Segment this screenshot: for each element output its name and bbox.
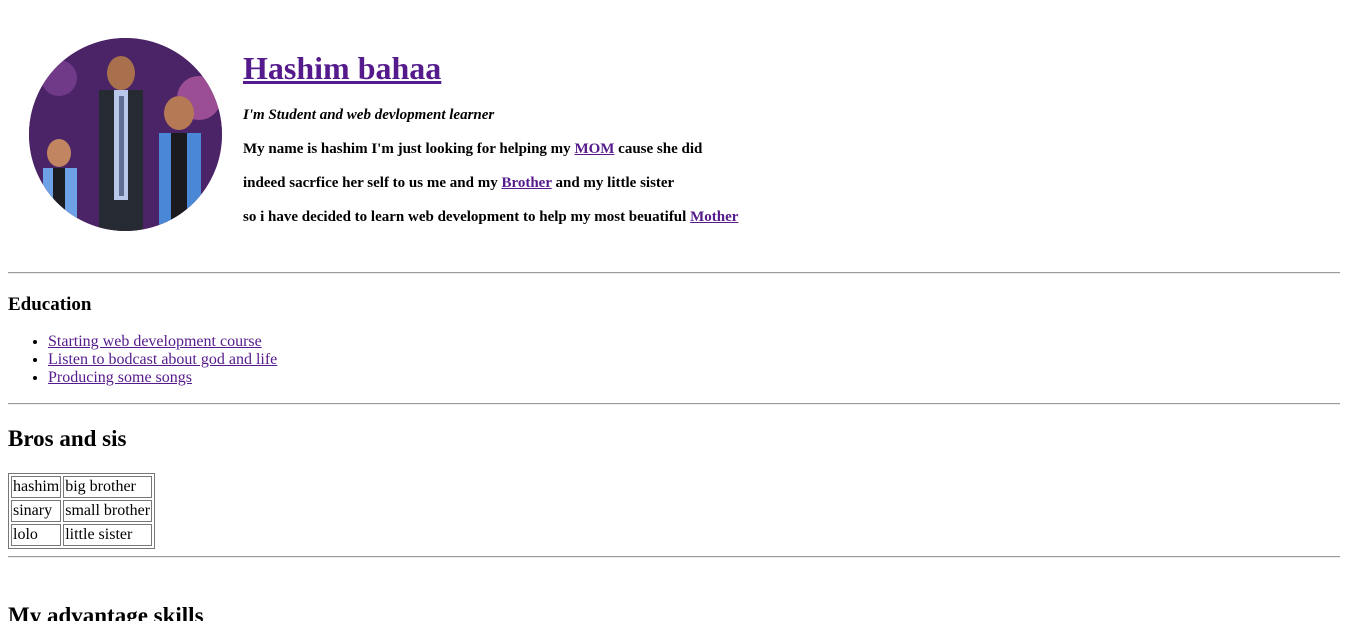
- tagline: I'm Student and web devlopment learner: [243, 107, 495, 123]
- family-table: hashim big brother sinary small brother …: [8, 473, 156, 549]
- table-cell: big brother: [63, 476, 153, 498]
- bio-line-2-text-end: and my little sister: [551, 175, 675, 191]
- table-row: hashim big brother: [11, 476, 153, 498]
- page-title: Hashim bahaa: [243, 46, 441, 90]
- table-row: sinary small brother: [11, 500, 153, 522]
- table-cell: hashim: [11, 476, 62, 498]
- profile-photo-image: [29, 38, 222, 231]
- bio-line-2-text-start: indeed sacrfice her self to us me and my: [243, 175, 502, 191]
- divider: [8, 556, 1340, 558]
- bio-line-1-text-end: cause she did: [614, 141, 703, 157]
- page: Hashim bahaa I'm Student and web devlopm…: [0, 0, 1350, 621]
- mother-link[interactable]: Mother: [690, 209, 738, 225]
- education-item: Listen to bodcast about god and life: [48, 351, 277, 369]
- skills-heading: My advantage skills: [8, 603, 204, 621]
- education-link-podcast[interactable]: Listen to bodcast about god and life: [48, 351, 277, 368]
- mom-link[interactable]: MOM: [574, 141, 614, 157]
- table-cell: sinary: [11, 500, 62, 522]
- divider: [8, 272, 1340, 274]
- intro-section: Hashim bahaa I'm Student and web devlopm…: [243, 46, 738, 225]
- education-heading: Education: [8, 294, 92, 315]
- education-item: Producing some songs: [48, 369, 277, 387]
- family-heading: Bros and sis: [8, 426, 127, 451]
- table-row: lolo little sister: [11, 524, 153, 546]
- education-link-web-course[interactable]: Starting web development course: [48, 333, 262, 350]
- divider: [8, 403, 1340, 405]
- profile-photo: [29, 38, 222, 231]
- bio-line-2: indeed sacrfice her self to us me and my…: [243, 175, 674, 192]
- bio-line-3-text-start: so i have decided to learn web developme…: [243, 209, 691, 225]
- table-cell: lolo: [11, 524, 62, 546]
- name-link[interactable]: Hashim bahaa: [243, 50, 441, 86]
- education-link-songs[interactable]: Producing some songs: [48, 369, 192, 386]
- bio-line-1-text-start: My name is hashim I'm just looking for h…: [243, 141, 575, 157]
- table-cell: little sister: [63, 524, 153, 546]
- table-cell: small brother: [63, 500, 153, 522]
- brother-link[interactable]: Brother: [501, 175, 551, 191]
- bio-line-3: so i have decided to learn web developme…: [243, 209, 738, 226]
- education-list: Starting web development course Listen t…: [8, 333, 277, 387]
- education-item: Starting web development course: [48, 333, 277, 351]
- bio-line-1: My name is hashim I'm just looking for h…: [243, 141, 702, 158]
